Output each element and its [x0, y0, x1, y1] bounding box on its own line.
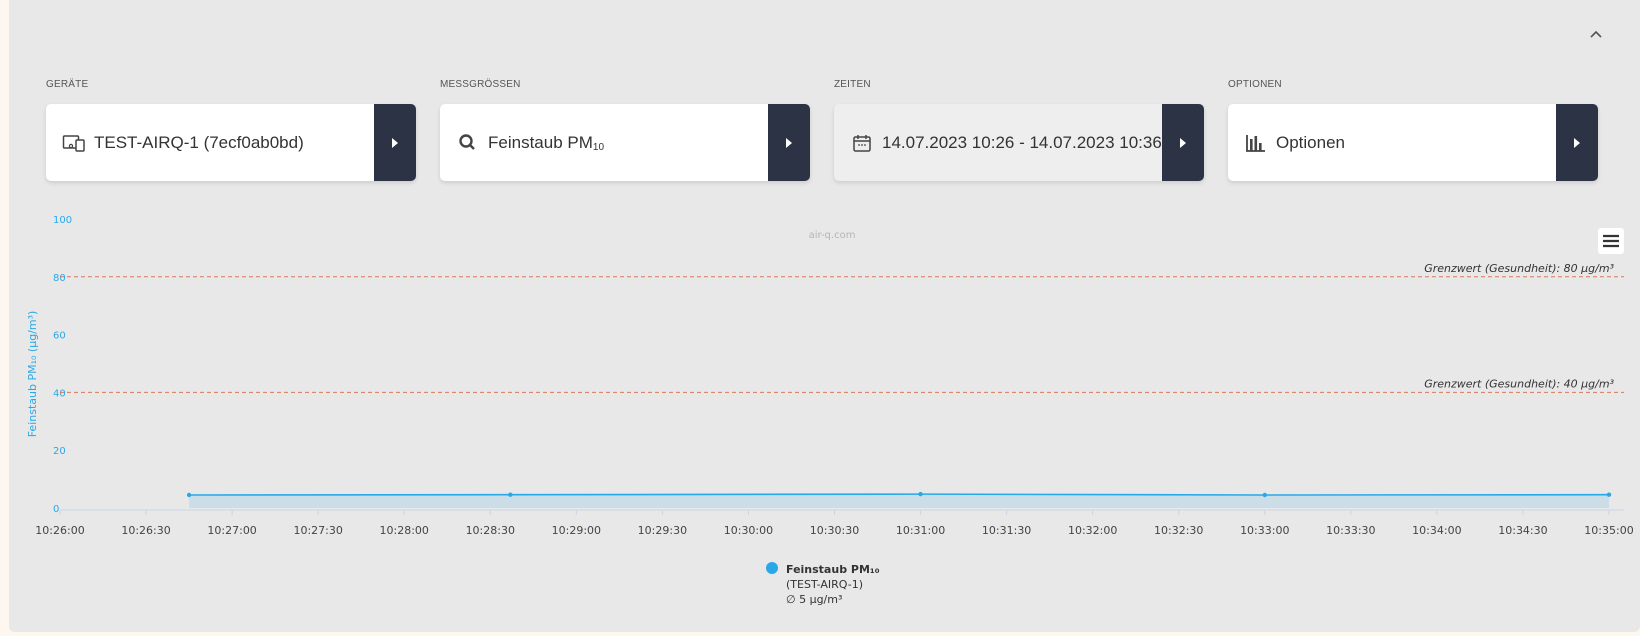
devices-label: GERÄTE	[46, 79, 89, 90]
search-icon	[456, 131, 480, 155]
options-value: Optionen	[1276, 132, 1345, 152]
options-arrow-button[interactable]	[1556, 104, 1598, 181]
measurements-label: MESSGRÖSSEN	[440, 79, 521, 90]
device-selector-value: TEST-AIRQ-1 (7ecf0ab0bd)	[94, 132, 304, 152]
legend-text: (TEST-AIRQ-1)	[786, 578, 863, 591]
bar-chart-icon	[1244, 131, 1268, 155]
time-range-arrow-button[interactable]	[1162, 104, 1204, 181]
options-selector[interactable]: Optionen	[1228, 104, 1598, 181]
measurement-selector-arrow-button[interactable]	[768, 104, 810, 181]
hamburger-menu-icon	[1603, 234, 1619, 248]
device-icon	[62, 131, 86, 155]
times-label: ZEITEN	[834, 79, 871, 90]
device-selector[interactable]: TEST-AIRQ-1 (7ecf0ab0bd)	[46, 104, 416, 181]
legend-text: Feinstaub PM₁₀	[786, 563, 880, 576]
chevron-up-icon	[1590, 30, 1602, 38]
legend-marker	[766, 562, 778, 574]
caret-right-icon	[1574, 137, 1580, 148]
chart-menu-button[interactable]	[1598, 228, 1624, 254]
caret-right-icon	[1180, 137, 1186, 148]
device-selector-arrow-button[interactable]	[374, 104, 416, 181]
chart-panel	[9, 0, 1640, 632]
time-range-value: 14.07.2023 10:26 - 14.07.2023 10:36	[882, 132, 1162, 152]
caret-right-icon	[786, 137, 792, 148]
legend-text: ∅ 5 µg/m³	[786, 593, 842, 606]
time-range-selector[interactable]: 14.07.2023 10:26 - 14.07.2023 10:36	[834, 104, 1204, 181]
measurement-selector[interactable]: Feinstaub PM10	[440, 104, 810, 181]
calendar-icon	[850, 131, 874, 155]
options-label: OPTIONEN	[1228, 79, 1282, 90]
measurement-name: Feinstaub PM	[488, 132, 593, 152]
caret-right-icon	[392, 137, 398, 148]
collapse-button[interactable]	[1582, 20, 1610, 48]
measurement-subscript: 10	[592, 141, 605, 153]
measurement-selector-value: Feinstaub PM10	[488, 133, 768, 153]
